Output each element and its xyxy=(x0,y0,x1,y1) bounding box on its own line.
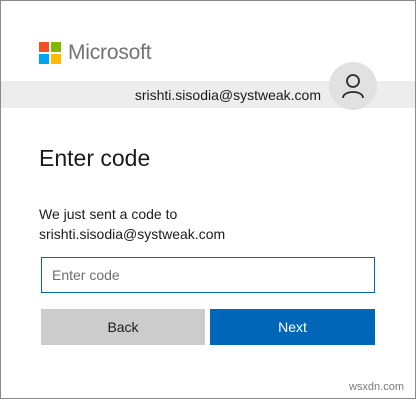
avatar xyxy=(329,62,377,110)
brand-name: Microsoft xyxy=(68,41,152,64)
watermark: wsxdn.com xyxy=(348,381,404,393)
microsoft-logo-icon xyxy=(39,42,61,64)
person-icon xyxy=(342,74,364,99)
identity-email: srishti.sisodia@systweak.com xyxy=(134,87,321,103)
description-line: We just sent a code to xyxy=(39,206,178,222)
code-input[interactable] xyxy=(41,257,375,293)
page-title: Enter code xyxy=(39,145,151,171)
microsoft-logo: Microsoft xyxy=(39,41,152,65)
code-sent-description: We just sent a code to srishti.sisodia@s… xyxy=(39,204,369,244)
back-button[interactable]: Back xyxy=(41,309,205,345)
sign-in-dialog: Microsoft srishti.sisodia@systweak.com E… xyxy=(0,0,416,399)
description-email: srishti.sisodia@systweak.com xyxy=(39,226,226,242)
next-button[interactable]: Next xyxy=(210,309,375,345)
